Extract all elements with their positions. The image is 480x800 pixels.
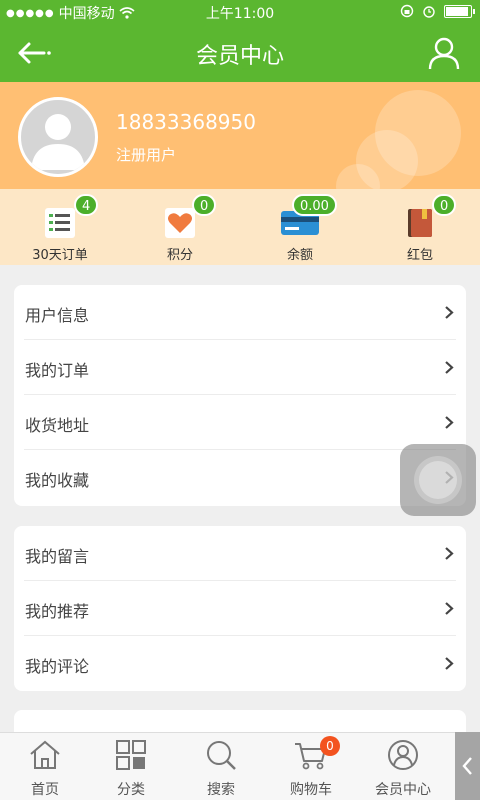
member-avatar-icon [388, 740, 418, 770]
menu-item-referrals[interactable]: 我的推荐 [24, 581, 456, 636]
menu-item-user-info[interactable]: 用户信息 [24, 285, 456, 340]
assistive-touch-button[interactable] [400, 444, 476, 516]
points-badge: 0 [192, 194, 217, 216]
search-icon [207, 741, 236, 770]
menu-item-messages[interactable]: 我的留言 [24, 526, 456, 581]
tab-category[interactable]: 分类 [86, 733, 176, 800]
chevron-right-icon [445, 547, 454, 560]
stat-points[interactable]: 0 积分 [120, 189, 240, 265]
battery-icon [444, 4, 475, 18]
tab-member-center[interactable]: 会员中心 [358, 733, 448, 800]
bottom-tab-bar: 首页 分类 搜索 0 购物车 会员中心 [0, 732, 480, 800]
stat-label: 红包 [406, 248, 433, 263]
status-bar: ●●●●● 中国移动 上午11:00 [0, 0, 480, 24]
home-icon [30, 740, 60, 769]
profile-banner: 18833368950 注册用户 [0, 82, 480, 189]
stat-balance[interactable]: 0.00 余额 [240, 189, 360, 265]
chevron-right-icon [445, 657, 454, 670]
grid-category-icon [116, 740, 146, 770]
red-packet-badge: 0 [432, 194, 457, 216]
order-list-icon [45, 208, 75, 238]
menu-item-label: 我的收藏 [25, 471, 90, 490]
balance-badge: 0.00 [292, 194, 337, 216]
menu-item-address[interactable]: 收货地址 [24, 395, 456, 450]
menu-item-favorites[interactable]: 我的收藏 [24, 450, 456, 505]
tab-label: 会员中心 [375, 782, 431, 798]
menu-card-1: 用户信息 我的订单 收货地址 我的收藏 [14, 285, 466, 506]
rotation-lock-icon [400, 4, 414, 18]
user-profile-icon[interactable] [428, 36, 460, 70]
menu-item-label: 我的推荐 [25, 602, 90, 621]
avatar[interactable] [18, 97, 98, 177]
tab-label: 分类 [117, 782, 145, 798]
chevron-right-icon [445, 602, 454, 615]
menu-item-label: 我的留言 [25, 547, 90, 566]
tab-label: 搜索 [207, 782, 235, 798]
tab-label: 首页 [31, 782, 59, 798]
stat-label: 积分 [166, 248, 193, 263]
side-drawer-handle[interactable] [455, 732, 480, 800]
user-phone: 18833368950 [116, 110, 256, 134]
user-role: 注册用户 [116, 146, 177, 164]
menu-item-my-orders[interactable]: 我的订单 [24, 340, 456, 395]
stat-orders[interactable]: 4 30天订单 [0, 189, 120, 265]
menu-card-2: 我的留言 我的推荐 我的评论 [14, 526, 466, 691]
chevron-left-icon [462, 757, 472, 775]
cart-count-badge: 0 [320, 736, 340, 756]
chevron-right-icon [445, 416, 454, 429]
menu-item-label: 我的评论 [25, 657, 90, 676]
stat-label: 余额 [286, 248, 313, 263]
page-title: 会员中心 [195, 44, 284, 69]
alarm-icon [423, 6, 435, 18]
tab-home[interactable]: 首页 [0, 733, 90, 800]
chevron-right-icon [445, 306, 454, 319]
default-avatar-icon [31, 114, 85, 170]
orders-badge: 4 [74, 194, 99, 216]
app-header: 会员中心 [0, 24, 480, 82]
tab-cart[interactable]: 0 购物车 [266, 733, 356, 800]
stat-red-packet[interactable]: 0 红包 [360, 189, 480, 265]
stat-label: 30天订单 [32, 248, 88, 263]
stats-row: 4 30天订单 0 积分 0.00 余额 0 红包 [0, 189, 480, 265]
wallet-book-icon [408, 209, 432, 237]
menu-item-label: 收货地址 [25, 416, 90, 435]
chevron-right-icon [445, 361, 454, 374]
menu-item-reviews[interactable]: 我的评论 [24, 636, 456, 691]
menu-item-label: 我的订单 [25, 361, 90, 380]
tab-search[interactable]: 搜索 [176, 733, 266, 800]
menu-item-label: 用户信息 [25, 306, 90, 325]
heart-icon [165, 208, 195, 238]
tab-label: 购物车 [290, 782, 332, 798]
